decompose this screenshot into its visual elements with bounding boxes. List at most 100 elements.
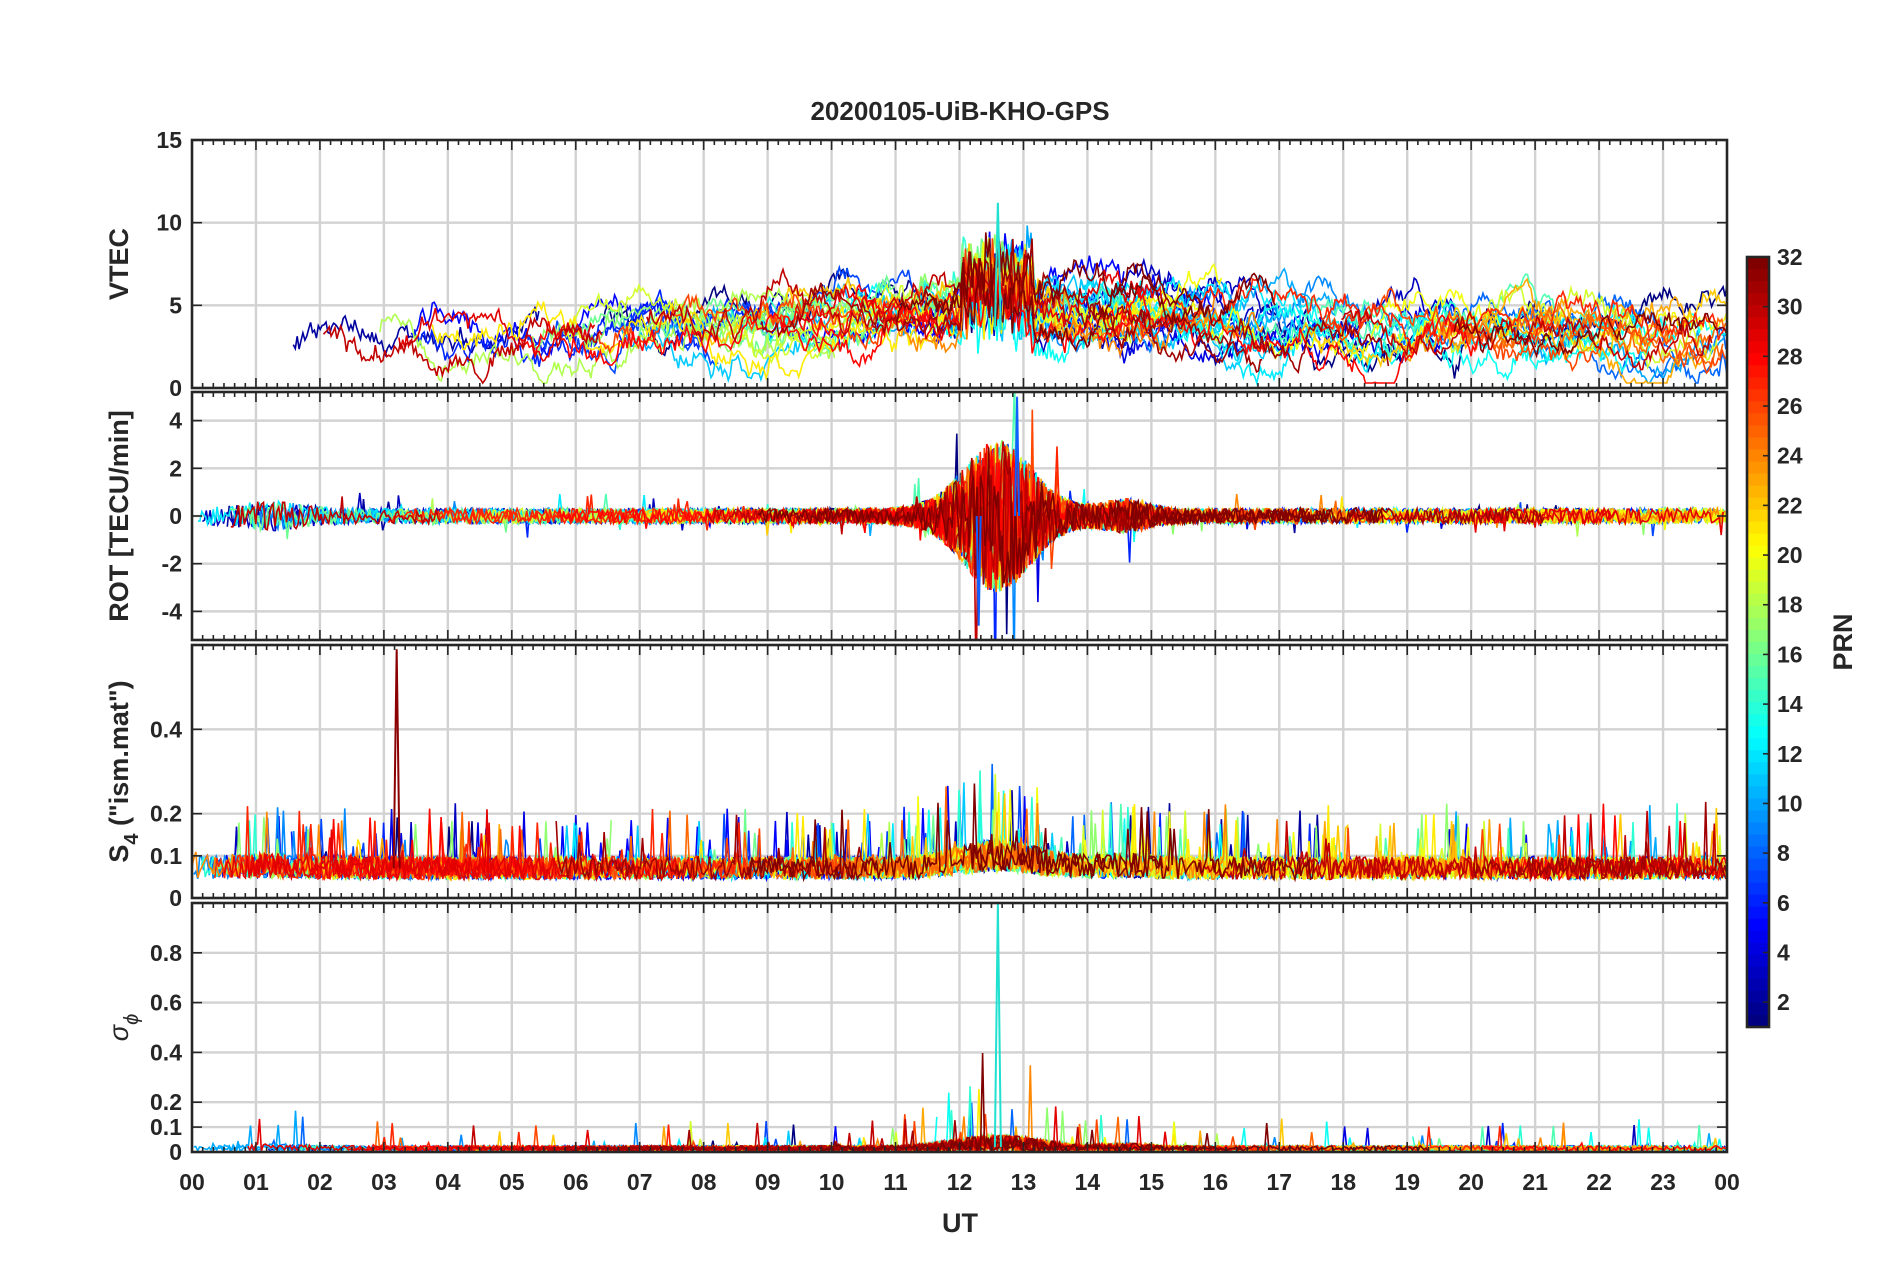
colorbar-swatch <box>1747 521 1769 535</box>
colorbar-tick-label: 30 <box>1777 294 1803 320</box>
y-tick-label: -4 <box>162 598 183 624</box>
colorbar-swatch <box>1747 786 1769 800</box>
colorbar-swatch <box>1747 329 1769 342</box>
x-tick-label: 23 <box>1650 1169 1676 1195</box>
colorbar-swatch <box>1747 617 1769 631</box>
colorbar-tick-label: 20 <box>1777 542 1803 568</box>
y-tick-label: -2 <box>162 551 182 577</box>
y-tick-label: 0.8 <box>150 940 182 966</box>
colorbar-tick-label: 6 <box>1777 890 1790 916</box>
y-tick-label: 0.1 <box>150 1114 182 1140</box>
colorbar-swatch <box>1747 954 1769 968</box>
y-tick-label: 0.2 <box>150 1089 182 1115</box>
x-tick-label: 20 <box>1458 1169 1484 1195</box>
colorbar-swatch <box>1747 281 1769 294</box>
x-tick-label: 16 <box>1203 1169 1229 1195</box>
colorbar-swatch <box>1747 497 1769 511</box>
colorbar-swatch <box>1747 666 1769 679</box>
colorbar-swatch <box>1747 413 1769 427</box>
colorbar-swatch <box>1747 930 1769 944</box>
colorbar-tick-label: 26 <box>1777 393 1803 419</box>
x-tick-label: 05 <box>499 1169 525 1195</box>
colorbar-swatch <box>1747 269 1769 282</box>
colorbar-swatch <box>1747 509 1769 523</box>
colorbar-swatch <box>1747 581 1769 595</box>
x-tick-label: 18 <box>1330 1169 1356 1195</box>
colorbar-tick-label: 16 <box>1777 641 1803 667</box>
colorbar-swatch <box>1747 966 1769 980</box>
colorbar-swatch <box>1747 690 1769 703</box>
colorbar-swatch <box>1747 750 1769 763</box>
colorbar-swatch <box>1747 545 1769 559</box>
y-tick-label: 0.1 <box>150 843 182 869</box>
colorbar-swatch <box>1747 533 1769 547</box>
colorbar-swatch <box>1747 353 1769 366</box>
colorbar-swatch <box>1747 629 1769 643</box>
x-tick-label: 03 <box>371 1169 397 1195</box>
colorbar-swatch <box>1747 401 1769 415</box>
x-tick-label: 04 <box>435 1169 461 1195</box>
y-axis-label: VTEC <box>104 228 134 300</box>
colorbar-swatch <box>1747 341 1769 354</box>
y-tick-label: 0 <box>169 1139 182 1165</box>
colorbar-tick-label: 12 <box>1777 741 1803 767</box>
colorbar-swatch <box>1747 389 1769 402</box>
x-tick-label: 09 <box>755 1169 781 1195</box>
colorbar-swatch <box>1747 473 1769 487</box>
chart-title: 20200105-UiB-KHO-GPS <box>810 96 1109 126</box>
colorbar-swatch <box>1747 569 1769 583</box>
colorbar-swatch <box>1747 425 1769 439</box>
colorbar-tick-label: 32 <box>1777 244 1803 270</box>
colorbar-swatch <box>1747 738 1769 751</box>
colorbar-swatch <box>1747 978 1769 992</box>
colorbar-swatch <box>1747 906 1769 920</box>
x-tick-label: 10 <box>819 1169 845 1195</box>
colorbar-swatch <box>1747 257 1769 270</box>
y-tick-label: 5 <box>169 292 182 318</box>
colorbar-swatch <box>1747 726 1769 739</box>
x-tick-label: 11 <box>883 1169 908 1195</box>
x-tick-label: 15 <box>1139 1169 1165 1195</box>
y-axis-label: ROT [TECU/min] <box>104 410 134 621</box>
colorbar-swatch <box>1747 942 1769 956</box>
colorbar-swatch <box>1747 437 1769 451</box>
x-tick-label: 22 <box>1586 1169 1612 1195</box>
figure: 20200105-UiB-KHO-GPS 051015VTEC-4-2024RO… <box>0 0 1902 1272</box>
x-tick-label: 08 <box>691 1169 717 1195</box>
y-tick-label: 15 <box>156 127 182 153</box>
x-tick-label: 12 <box>947 1169 973 1195</box>
y-tick-label: 0.2 <box>150 801 182 827</box>
colorbar-tick-label: 2 <box>1777 989 1790 1015</box>
colorbar-swatch <box>1747 293 1769 306</box>
colorbar-swatch <box>1747 365 1769 378</box>
x-tick-label: 19 <box>1394 1169 1420 1195</box>
colorbar-tick-label: 14 <box>1777 691 1803 717</box>
colorbar-swatch <box>1747 642 1769 655</box>
colorbar-swatch <box>1747 870 1769 884</box>
colorbar-swatch <box>1747 918 1769 932</box>
colorbar-swatch <box>1747 762 1769 775</box>
colorbar-swatch <box>1747 834 1769 848</box>
colorbar-swatch <box>1747 377 1769 390</box>
x-tick-label: 01 <box>243 1169 269 1195</box>
colorbar-swatch <box>1747 605 1769 619</box>
y-tick-label: 10 <box>156 210 182 236</box>
colorbar-label: PRN <box>1828 613 1858 670</box>
y-tick-label: 2 <box>169 455 182 481</box>
colorbar-swatch <box>1747 485 1769 499</box>
x-tick-label: 00 <box>1714 1169 1740 1195</box>
colorbar-swatch <box>1747 858 1769 872</box>
colorbar-tick-label: 4 <box>1777 939 1790 965</box>
x-tick-label: 02 <box>307 1169 333 1195</box>
colorbar-swatch <box>1747 557 1769 571</box>
y-tick-label: 0.6 <box>150 990 182 1016</box>
colorbar-tick-label: 24 <box>1777 443 1803 469</box>
x-tick-label: 17 <box>1266 1169 1292 1195</box>
x-tick-label: 21 <box>1522 1169 1548 1195</box>
x-tick-label: 07 <box>627 1169 653 1195</box>
y-tick-label: 0.4 <box>150 716 182 742</box>
x-tick-label: 14 <box>1075 1169 1101 1195</box>
x-tick-label: 06 <box>563 1169 589 1195</box>
colorbar-swatch <box>1747 810 1769 824</box>
colorbar-swatch <box>1747 678 1769 691</box>
